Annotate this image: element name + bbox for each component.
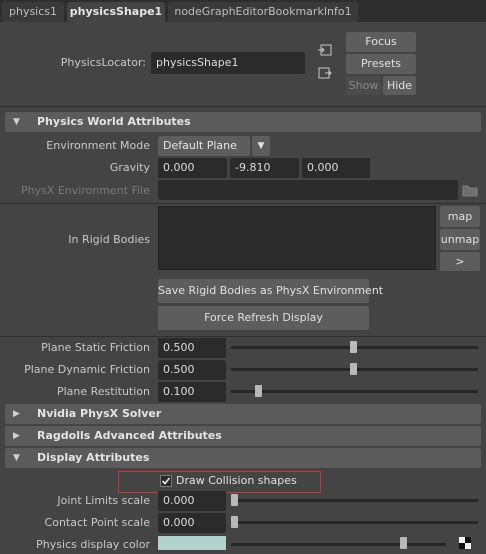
expand-right-icon: ▶ (13, 409, 20, 419)
joint-limits-scale-slider[interactable] (231, 499, 478, 502)
gravity-z-field[interactable]: 0.000 (302, 158, 370, 178)
plane-dynamic-friction-field[interactable]: 0.500 (158, 360, 226, 380)
section-display-attributes[interactable]: ▼ Display Attributes (5, 448, 481, 468)
contact-point-scale-slider[interactable] (231, 521, 478, 524)
joint-limits-scale-label: Joint Limits scale (57, 494, 150, 507)
physics-locator-label: PhysicsLocator: (60, 56, 146, 69)
hide-button[interactable]: Hide (383, 76, 416, 95)
gravity-x-field[interactable]: 0.000 (158, 158, 227, 178)
folder-icon[interactable] (462, 183, 478, 197)
expand-down-icon: ▼ (13, 117, 20, 127)
plane-static-friction-field[interactable]: 0.500 (158, 338, 226, 358)
section-title: Physics World Attributes (37, 115, 191, 128)
tab-nodegrapheditorbookmarkinfo1[interactable]: nodeGraphEditorBookmarkInfo1 (168, 2, 358, 22)
section-nvidia-physx-solver[interactable]: ▶ Nvidia PhysX Solver (5, 404, 481, 424)
more-button[interactable]: > (440, 252, 480, 271)
tab-bar: physics1 physicsShape1 nodeGraphEditorBo… (0, 0, 486, 22)
contact-point-scale-label: Contact Point scale (44, 516, 150, 529)
section-title: Display Attributes (37, 451, 150, 464)
select-input-icon[interactable] (318, 44, 332, 56)
physx-environment-file-field[interactable] (158, 180, 458, 200)
map-button[interactable]: map (440, 206, 480, 227)
section-physics-world-attributes[interactable]: ▼ Physics World Attributes (5, 112, 481, 132)
plane-restitution-field[interactable]: 0.100 (158, 382, 226, 402)
force-refresh-button[interactable]: Force Refresh Display (158, 306, 369, 330)
unmap-button[interactable]: unmap (440, 229, 480, 250)
physics-display-color-swatch[interactable] (158, 536, 226, 550)
divider (0, 203, 486, 204)
environment-mode-select[interactable]: Default Plane (158, 136, 250, 156)
joint-limits-scale-field[interactable]: 0.000 (158, 491, 226, 511)
rigid-bodies-list[interactable] (158, 206, 436, 270)
presets-button[interactable]: Presets (346, 54, 416, 74)
environment-mode-label: Environment Mode (46, 139, 150, 152)
plane-static-friction-label: Plane Static Friction (41, 341, 150, 354)
plane-dynamic-friction-label: Plane Dynamic Friction (24, 363, 150, 376)
tab-physics1[interactable]: physics1 (2, 2, 64, 22)
physics-locator-field[interactable]: physicsShape1 (151, 52, 305, 74)
divider (0, 106, 486, 107)
slider-handle[interactable] (400, 537, 407, 549)
show-button[interactable]: Show (346, 76, 381, 95)
plane-restitution-slider[interactable] (231, 390, 478, 393)
slider-handle[interactable] (231, 516, 238, 528)
slider-handle[interactable] (350, 363, 357, 375)
gravity-label: Gravity (109, 161, 150, 174)
draw-collision-checkbox[interactable] (160, 475, 172, 487)
plane-restitution-label: Plane Restitution (56, 385, 150, 398)
physx-environment-file-label: PhysX Environment File (20, 184, 150, 197)
section-title: Ragdolls Advanced Attributes (37, 429, 222, 442)
chevron-down-icon[interactable]: ▼ (252, 136, 270, 156)
tab-physicsshape1[interactable]: physicsShape1 (67, 2, 165, 22)
section-ragdolls-advanced-attributes[interactable]: ▶ Ragdolls Advanced Attributes (5, 426, 481, 446)
section-title: Nvidia PhysX Solver (37, 407, 162, 420)
save-rigid-bodies-button[interactable]: Save Rigid Bodies as PhysX Environment (158, 279, 383, 303)
contact-point-scale-field[interactable]: 0.000 (158, 513, 226, 533)
physics-display-color-slider[interactable] (231, 543, 446, 546)
focus-button[interactable]: Focus (346, 32, 416, 52)
physics-display-color-label: Physics display color (36, 538, 150, 551)
texture-map-icon[interactable] (459, 537, 471, 549)
draw-collision-label: Draw Collision shapes (176, 474, 297, 487)
expand-down-icon: ▼ (13, 453, 20, 463)
gravity-y-field[interactable]: -9.810 (230, 158, 299, 178)
expand-right-icon: ▶ (13, 431, 20, 441)
select-output-icon[interactable] (318, 67, 332, 79)
slider-handle[interactable] (350, 341, 357, 353)
in-rigid-bodies-label: In Rigid Bodies (68, 233, 150, 246)
slider-handle[interactable] (231, 494, 238, 506)
divider (0, 336, 486, 337)
slider-handle[interactable] (255, 385, 262, 397)
